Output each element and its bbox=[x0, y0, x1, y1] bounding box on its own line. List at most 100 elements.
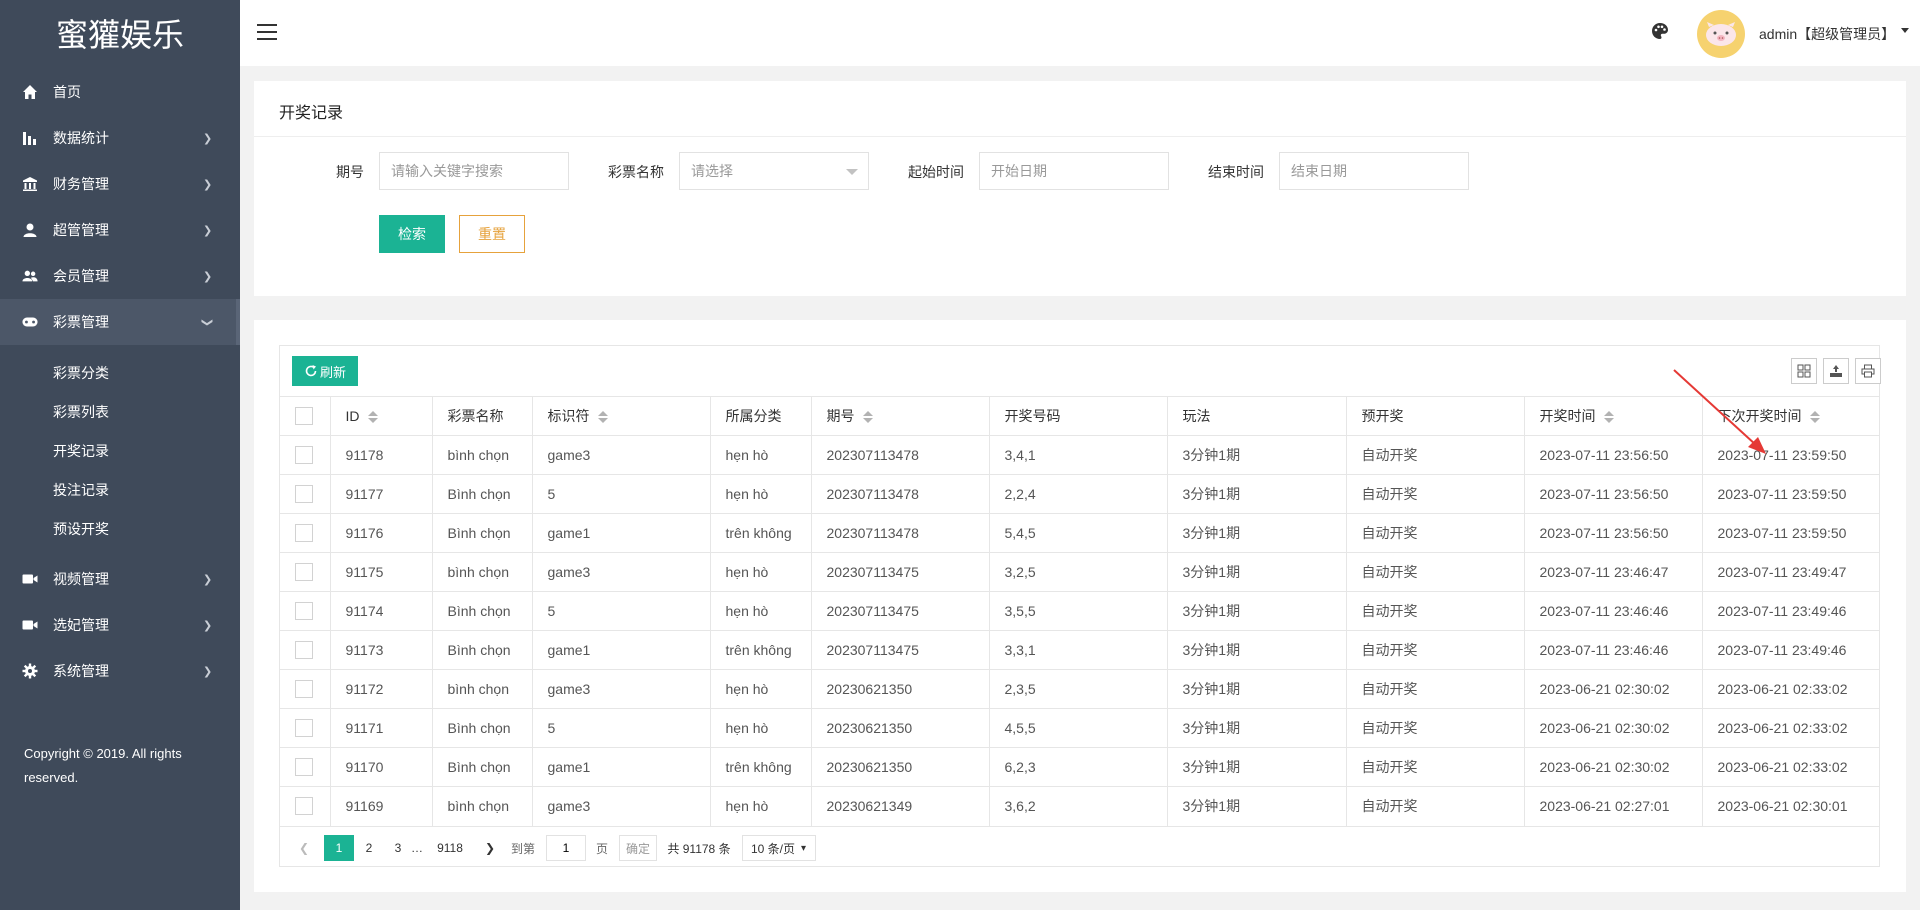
caret-down-icon[interactable] bbox=[1901, 28, 1909, 33]
cell-lottery-name: bình chọn bbox=[432, 786, 533, 826]
sidebar-item-label: 超管管理 bbox=[53, 222, 109, 238]
sidebar-item-home[interactable]: 首页 bbox=[0, 69, 240, 115]
sidebar-subitem-bet-records[interactable]: 投注记录 bbox=[53, 470, 109, 509]
cell-category: hẹn hò bbox=[710, 708, 812, 748]
sidebar-item-concubine[interactable]: 选妃管理 ❯ bbox=[0, 602, 240, 648]
page-unit-label: 页 bbox=[595, 841, 608, 856]
sidebar-item-super-admin[interactable]: 超管管理 ❯ bbox=[0, 207, 240, 253]
cell-category: hẹn hò bbox=[710, 669, 812, 709]
column-header-identifier[interactable]: 标识符 bbox=[532, 396, 711, 436]
cell-period: 20230621350 bbox=[811, 708, 990, 748]
start-date-field[interactable] bbox=[979, 152, 1169, 190]
cell-category: trên không bbox=[710, 630, 812, 670]
cell-lottery-name: Bình chọn bbox=[432, 747, 533, 787]
row-checkbox[interactable] bbox=[295, 524, 313, 543]
sort-icon[interactable] bbox=[1809, 411, 1820, 424]
end-date-field[interactable] bbox=[1279, 152, 1469, 190]
table-row: 91169 bình chọn game3 hẹn hò 20230621349… bbox=[280, 786, 1879, 826]
draw-records-table: ID 彩票名称 标识符 所属分类 期号 开奖号码 玩法 预开奖 开奖时间 下次开… bbox=[280, 396, 1879, 826]
user-menu[interactable]: admin【超级管理员】 bbox=[1759, 24, 1895, 44]
cell-draw-time: 2023-07-11 23:46:46 bbox=[1524, 630, 1703, 670]
sort-icon[interactable] bbox=[1603, 411, 1614, 424]
sidebar-subitem-lottery-category[interactable]: 彩票分类 bbox=[53, 353, 109, 392]
avatar[interactable] bbox=[1697, 10, 1745, 58]
goto-confirm-button[interactable]: 确定 bbox=[619, 835, 657, 861]
sidebar-item-system[interactable]: 系统管理 ❯ bbox=[0, 648, 240, 694]
period-input[interactable] bbox=[391, 163, 568, 179]
print-button[interactable] bbox=[1855, 358, 1881, 384]
menu-toggle-icon[interactable] bbox=[257, 24, 277, 42]
column-header-next-draw-time[interactable]: 下次开奖时间 bbox=[1702, 396, 1879, 436]
cell-lottery-name: bình chọn bbox=[432, 552, 533, 592]
table-row: 91171 Bình chọn 5 hẹn hò 20230621350 4,5… bbox=[280, 708, 1879, 748]
page-3-button[interactable]: 3 bbox=[386, 835, 410, 861]
page-last-button[interactable]: 9118 bbox=[430, 835, 470, 861]
period-field[interactable] bbox=[379, 152, 569, 190]
palette-icon[interactable] bbox=[1651, 22, 1669, 40]
sidebar-subitem-lottery-list[interactable]: 彩票列表 bbox=[53, 392, 109, 431]
cell-draw-numbers: 3,4,1 bbox=[989, 435, 1168, 475]
column-header-id[interactable]: ID bbox=[330, 396, 433, 436]
row-checkbox[interactable] bbox=[295, 758, 313, 777]
column-header-category: 所属分类 bbox=[710, 396, 812, 436]
page-size-select[interactable]: 10 条/页 ▾ bbox=[742, 835, 816, 861]
sidebar-subitem-draw-records[interactable]: 开奖记录 bbox=[53, 431, 109, 470]
goto-page-field[interactable] bbox=[546, 835, 586, 861]
cell-next-draw-time: 2023-06-21 02:33:02 bbox=[1702, 669, 1879, 709]
sidebar-item-label: 会员管理 bbox=[53, 268, 109, 284]
sort-icon[interactable] bbox=[862, 411, 873, 424]
columns-toggle-button[interactable] bbox=[1791, 358, 1817, 384]
row-checkbox[interactable] bbox=[295, 485, 313, 504]
page-2-button[interactable]: 2 bbox=[357, 835, 381, 861]
sidebar: 蜜獾娱乐 首页 数据统计 ❯ 财务管理 ❯ 超管管理 ❯ 会员管理 ❯ 彩票管理… bbox=[0, 0, 240, 910]
video-icon bbox=[22, 571, 38, 587]
sidebar-subitem-preset-draw[interactable]: 预设开奖 bbox=[53, 509, 109, 548]
cell-draw-numbers: 5,4,5 bbox=[989, 513, 1168, 553]
sidebar-item-members[interactable]: 会员管理 ❯ bbox=[0, 253, 240, 299]
sort-icon[interactable] bbox=[367, 411, 378, 424]
prev-page-icon[interactable]: ❮ bbox=[294, 835, 314, 861]
sidebar-item-statistics[interactable]: 数据统计 ❯ bbox=[0, 115, 240, 161]
row-checkbox[interactable] bbox=[295, 446, 313, 465]
next-page-icon[interactable]: ❯ bbox=[480, 835, 500, 861]
sidebar-item-lottery[interactable]: 彩票管理 ❯ bbox=[0, 299, 240, 345]
cell-id: 91178 bbox=[330, 435, 433, 475]
row-checkbox[interactable] bbox=[295, 719, 313, 738]
cell-identifier: game1 bbox=[532, 513, 711, 553]
select-all-cell bbox=[280, 396, 331, 436]
cell-draw-time: 2023-06-21 02:27:01 bbox=[1524, 786, 1703, 826]
table-header-row: ID 彩票名称 标识符 所属分类 期号 开奖号码 玩法 预开奖 开奖时间 下次开… bbox=[280, 396, 1879, 436]
cell-id: 91174 bbox=[330, 591, 433, 631]
refresh-button[interactable]: 刷新 bbox=[292, 356, 358, 386]
cell-category: hẹn hò bbox=[710, 786, 812, 826]
sidebar-item-video[interactable]: 视频管理 ❯ bbox=[0, 556, 240, 602]
cell-draw-numbers: 3,3,1 bbox=[989, 630, 1168, 670]
cell-pre-draw: 自动开奖 bbox=[1346, 513, 1525, 553]
column-header-draw-time[interactable]: 开奖时间 bbox=[1524, 396, 1703, 436]
row-checkbox[interactable] bbox=[295, 797, 313, 816]
goto-page-input[interactable] bbox=[547, 841, 585, 855]
sort-icon[interactable] bbox=[597, 411, 608, 424]
divider bbox=[254, 136, 1906, 137]
lottery-select-value: 请选择 bbox=[691, 163, 733, 179]
export-button[interactable] bbox=[1823, 358, 1849, 384]
lottery-select[interactable]: 请选择 bbox=[679, 152, 869, 190]
sidebar-item-finance[interactable]: 财务管理 ❯ bbox=[0, 161, 240, 207]
select-all-checkbox[interactable] bbox=[295, 407, 313, 426]
end-date-input[interactable] bbox=[1291, 163, 1468, 179]
search-button[interactable]: 检索 bbox=[379, 215, 445, 253]
row-checkbox[interactable] bbox=[295, 680, 313, 699]
reset-button[interactable]: 重置 bbox=[459, 215, 525, 253]
start-date-input[interactable] bbox=[991, 163, 1168, 179]
goto-label: 到第 bbox=[510, 841, 535, 856]
cell-next-draw-time: 2023-06-21 02:33:02 bbox=[1702, 747, 1879, 787]
cell-identifier: game3 bbox=[532, 435, 711, 475]
gamepad-icon bbox=[22, 314, 38, 330]
column-header-period[interactable]: 期号 bbox=[811, 396, 990, 436]
row-checkbox[interactable] bbox=[295, 563, 313, 582]
row-checkbox[interactable] bbox=[295, 641, 313, 660]
page-1-button[interactable]: 1 bbox=[324, 835, 354, 861]
start-time-label: 起始时间 bbox=[908, 164, 964, 180]
row-checkbox[interactable] bbox=[295, 602, 313, 621]
chevron-right-icon: ❯ bbox=[203, 132, 213, 145]
